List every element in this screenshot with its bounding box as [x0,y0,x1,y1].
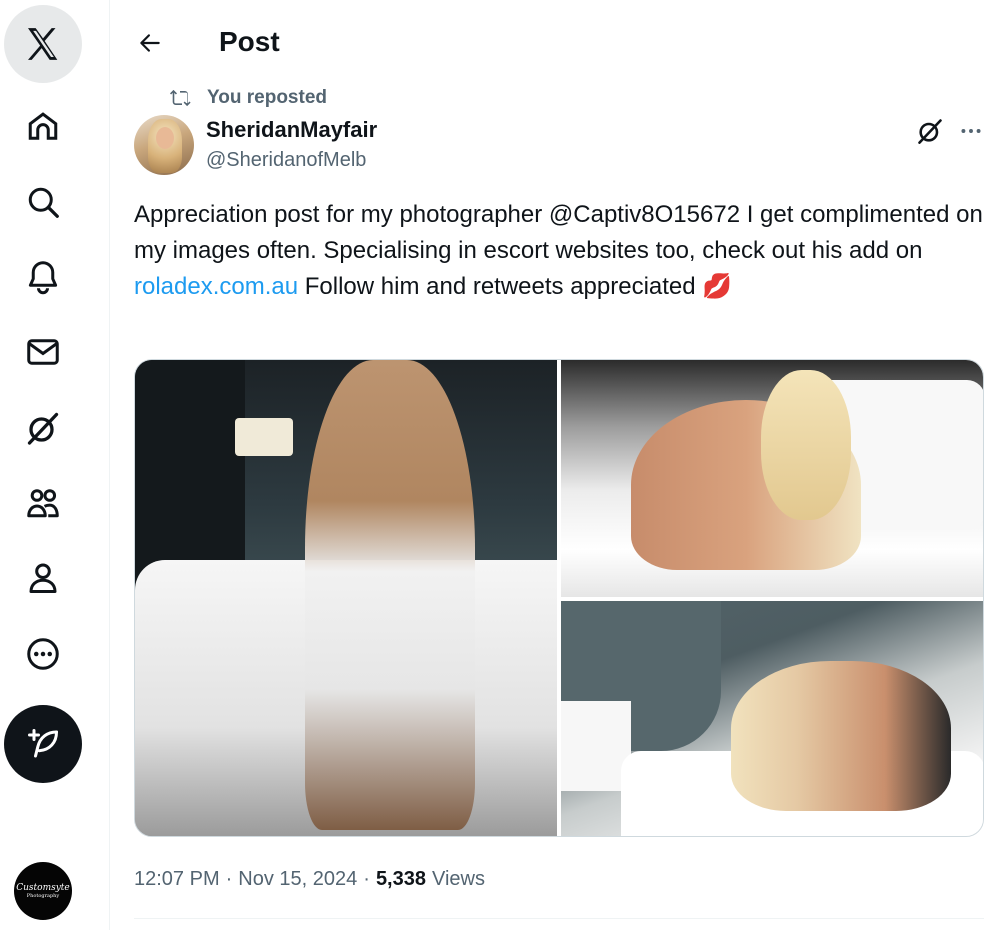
tweet-time[interactable]: 12:07 PM [134,866,220,892]
tweet-text-part-1: Appreciation post for my photographer @C… [134,201,983,264]
bell-icon [28,261,58,295]
author-handle[interactable]: @SheridanofMelb [206,148,366,172]
more-options-button[interactable] [954,115,988,147]
photo-figure-shape [731,661,951,811]
nav-communities[interactable] [4,469,82,537]
nav-grok[interactable] [4,394,82,462]
photo-lamp-shape [235,418,293,456]
page-title: Post [219,26,280,57]
nav-messages[interactable] [4,318,82,386]
arrow-left-icon [140,34,160,52]
nav-notifications[interactable] [4,243,82,311]
grok-explain-button[interactable] [914,115,946,147]
account-avatar[interactable]: Customsyte Photography [14,862,72,920]
photo-hair-shape [761,370,851,520]
author-avatar[interactable] [134,115,194,175]
mail-icon [27,339,59,365]
nav-explore[interactable] [4,168,82,236]
separator-dot: · [225,868,233,890]
tweet-date[interactable]: Nov 15, 2024 [238,866,357,892]
back-button[interactable] [131,24,169,62]
author-name[interactable]: SheridanMayfair [206,117,377,143]
repost-label: You reposted [207,87,327,108]
tweet-photo-3[interactable] [561,601,983,836]
media-grid [134,359,984,837]
nav-more[interactable] [4,620,82,688]
avatar-brand-line-2: Photography [26,893,60,899]
main-column: Post You reposted SheridanMayfair @Sheri… [111,0,1007,930]
compose-feather-icon [28,729,58,758]
divider [134,918,984,919]
avatar-face-shape [156,127,174,149]
grok-icon [918,119,942,144]
more-circle-icon [27,638,59,670]
tweet-timestamp: 12:07 PM · Nov 15, 2024 · 5,338 Views [134,866,485,892]
tweet-text-part-2: Follow him and retweets appreciated [298,273,703,300]
repost-icon [170,89,191,107]
views-count: 5,338 [375,868,426,890]
photo-figure-shape [305,360,475,830]
grok-icon [27,412,59,445]
repost-indicator: You reposted [169,86,327,110]
tweet-photo-1[interactable] [135,360,557,836]
compose-post-button[interactable] [4,705,82,783]
app-root: Customsyte Photography Post You reposted… [0,0,1007,930]
x-logo-icon[interactable] [4,5,82,83]
side-nav: Customsyte Photography [0,0,110,930]
communities-icon [27,489,59,518]
tweet-text: Appreciation post for my photographer @C… [134,197,994,305]
nav-home[interactable] [4,92,82,160]
more-horizontal-icon [961,129,981,133]
page-header: Post [111,0,1007,84]
search-icon [28,187,59,218]
nav-profile[interactable] [4,544,82,612]
home-icon [28,112,58,140]
separator-dot: · [363,868,370,890]
kiss-emoji-icon: 💋 [702,273,733,300]
tweet-link[interactable]: roladex.com.au [134,273,298,300]
views-label: Views [432,868,485,890]
tweet-photo-2[interactable] [561,360,983,597]
person-icon [29,563,57,593]
avatar-brand-line-1: Customsyte [16,883,70,893]
